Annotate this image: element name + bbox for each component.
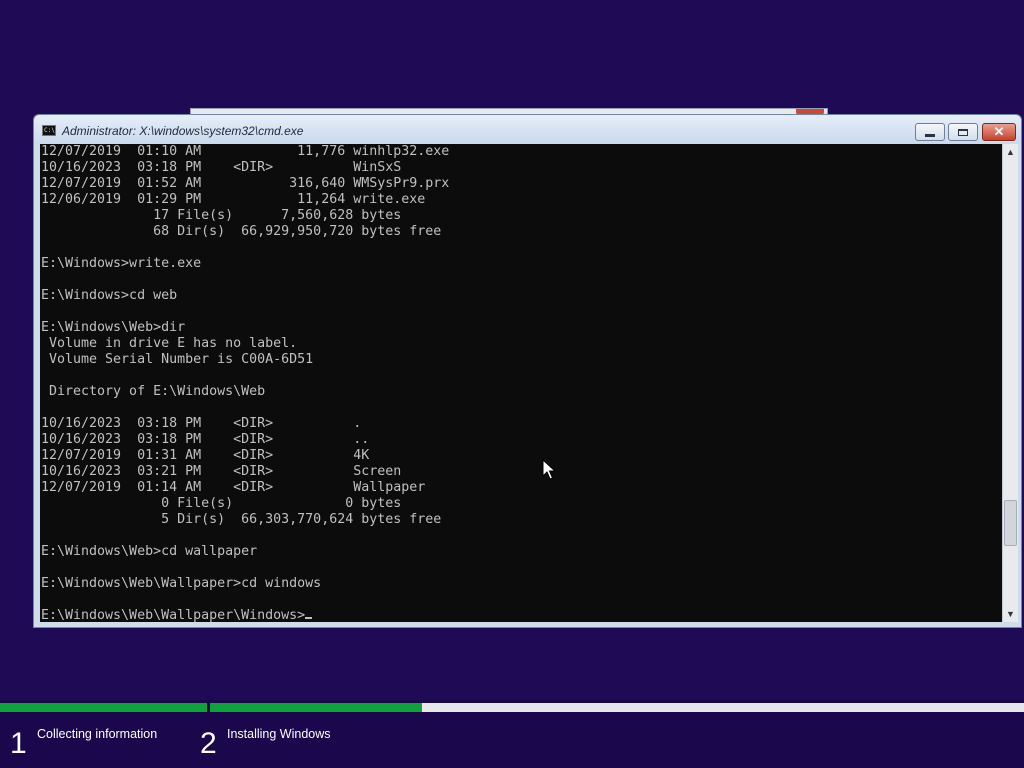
progress-bar-installing (210, 703, 1024, 712)
console-text: 12/07/2019 01:10 AM 11,776 winhlp32.exe 1… (40, 144, 1002, 608)
text-cursor (305, 617, 313, 619)
progress-fill-collecting (0, 703, 207, 712)
progress-fill-installing (210, 703, 422, 712)
close-icon: ✕ (993, 124, 1005, 139)
console-line: E:\Windows\Web\Wallpaper>cd windows (41, 576, 322, 591)
console-line: 10/16/2023 03:18 PM <DIR> WinSxS (41, 160, 402, 175)
console-line: Directory of E:\Windows\Web (41, 384, 266, 399)
console-line: E:\Windows\Web>cd wallpaper (41, 544, 258, 559)
console-line: 10/16/2023 03:21 PM <DIR> Screen (41, 464, 402, 479)
console-line: 10/16/2023 03:18 PM <DIR> . (41, 416, 362, 431)
console-line: 0 File(s) 0 bytes (41, 496, 402, 511)
step-number: 1 (10, 727, 27, 760)
console-line: Volume in drive E has no label. (41, 336, 298, 351)
console-line: 12/06/2019 01:29 PM 11,264 write.exe (41, 192, 426, 207)
console-line: 68 Dir(s) 66,929,950,720 bytes free (41, 224, 442, 239)
console-line: 10/16/2023 03:18 PM <DIR> .. (41, 432, 370, 447)
vertical-scrollbar[interactable]: ▲ ▼ (1002, 144, 1018, 622)
console-line: 12/07/2019 01:10 AM 11,776 winhlp32.exe (41, 144, 450, 159)
step-label: Installing Windows (227, 727, 331, 741)
maximize-button[interactable] (948, 123, 978, 141)
progress-bar-collecting (0, 703, 207, 712)
console-line: 12/07/2019 01:31 AM <DIR> 4K (41, 448, 370, 463)
console-line: Volume Serial Number is C00A-6D51 (41, 352, 314, 367)
cmd-window: C:\ Administrator: X:\windows\system32\c… (33, 114, 1022, 628)
mouse-pointer-icon (542, 459, 556, 480)
console-line: E:\Windows\Web>dir (41, 320, 186, 335)
step-number: 2 (200, 727, 217, 760)
console-line: 12/07/2019 01:52 AM 316,640 WMSysPr9.prx (41, 176, 450, 191)
minimize-button[interactable] (915, 123, 945, 141)
minimize-icon (925, 133, 935, 137)
console-line: 5 Dir(s) 66,303,770,624 bytes free (41, 512, 442, 527)
scroll-down-arrow-icon[interactable]: ▼ (1003, 606, 1018, 622)
console-output[interactable]: 12/07/2019 01:10 AM 11,776 winhlp32.exe 1… (40, 144, 1002, 622)
title-bar[interactable]: C:\ Administrator: X:\windows\system32\c… (34, 115, 1021, 144)
cmd-icon: C:\ (42, 125, 56, 136)
console-line: 12/07/2019 01:14 AM <DIR> Wallpaper (41, 480, 426, 495)
console-line: E:\Windows>cd web (41, 288, 178, 303)
console-line: 17 File(s) 7,560,628 bytes (41, 208, 402, 223)
maximize-icon (958, 128, 968, 136)
scroll-up-arrow-icon[interactable]: ▲ (1003, 144, 1018, 160)
window-title: Administrator: X:\windows\system32\cmd.e… (62, 124, 304, 138)
scroll-thumb[interactable] (1004, 500, 1017, 546)
close-button[interactable]: ✕ (982, 123, 1016, 141)
console-prompt-line[interactable]: E:\Windows\Web\Wallpaper\Windows> (40, 608, 1002, 622)
step-label: Collecting information (37, 727, 158, 741)
console-prompt: E:\Windows\Web\Wallpaper\Windows> (41, 608, 306, 622)
console-line: E:\Windows>write.exe (41, 256, 202, 271)
